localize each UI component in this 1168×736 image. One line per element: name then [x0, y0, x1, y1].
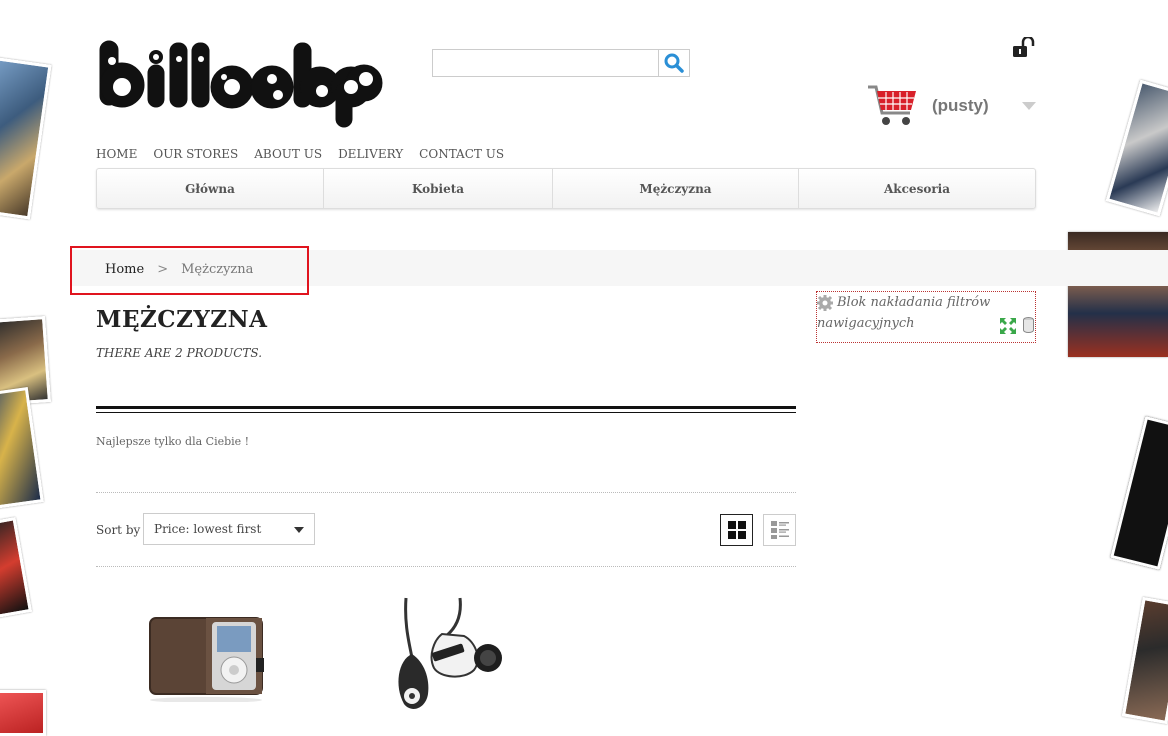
- menu-item-glowna[interactable]: Główna: [97, 169, 324, 208]
- expand-icon[interactable]: [999, 317, 1017, 335]
- sort-label: Sort by: [96, 523, 141, 537]
- dropdown-arrow-icon: [294, 527, 304, 533]
- list-view-button[interactable]: [763, 514, 796, 546]
- gear-icon: [817, 294, 833, 311]
- filter-block-placeholder: Blok nakładania filtrów nawigacyjnych: [816, 291, 1036, 343]
- login-lock-icon[interactable]: [1012, 35, 1036, 59]
- sort-selected-value: Price: lowest first: [154, 522, 262, 536]
- collage-photo: [0, 387, 44, 509]
- chevron-down-icon[interactable]: [1022, 102, 1036, 110]
- collage-photo: [1105, 79, 1168, 217]
- nav-link-delivery[interactable]: DELIVERY: [338, 147, 403, 161]
- divider: [96, 492, 796, 493]
- nav-link-our-stores[interactable]: OUR STORES: [153, 147, 238, 161]
- highlight-frame: [70, 246, 309, 295]
- nav-link-about-us[interactable]: ABOUT US: [254, 147, 322, 161]
- menu-item-mezczyzna[interactable]: Mężczyzna: [553, 169, 799, 208]
- cart-widget[interactable]: (pusty): [866, 82, 1038, 130]
- search-input[interactable]: [433, 50, 658, 76]
- collage-photo: [1121, 596, 1168, 725]
- search-icon: [664, 53, 684, 73]
- collage-photo: [0, 56, 52, 220]
- main-menu: Główna Kobieta Mężczyzna Akcesoria: [96, 168, 1036, 209]
- page-title: MĘŻCZYZNA: [96, 306, 268, 333]
- filter-block-text: Blok nakładania filtrów nawigacyjnych: [817, 295, 991, 331]
- menu-item-kobieta[interactable]: Kobieta: [324, 169, 553, 208]
- list-icon: [770, 521, 789, 539]
- cart-status: (pusty): [932, 96, 989, 115]
- category-description: Najlepsze tylko dla Ciebie !: [96, 435, 250, 448]
- divider: [96, 566, 796, 567]
- collage-photo: [1110, 415, 1168, 571]
- product-image-earphones[interactable]: [384, 596, 508, 718]
- product-count: THERE ARE 2 PRODUCTS.: [96, 346, 263, 360]
- nav-link-home[interactable]: HOME: [96, 147, 137, 161]
- grid-view-button[interactable]: [720, 514, 753, 546]
- shopping-cart-icon: [868, 85, 916, 125]
- search-button[interactable]: [658, 50, 689, 76]
- site-logo[interactable]: [96, 37, 386, 129]
- grid-icon: [727, 521, 746, 539]
- database-icon[interactable]: [1023, 317, 1034, 333]
- collage-photo: [0, 690, 46, 736]
- sort-select[interactable]: Price: lowest first: [143, 513, 315, 545]
- search-box: [432, 49, 690, 77]
- nav-link-contact-us[interactable]: CONTACT US: [419, 147, 504, 161]
- product-image-ipod-case[interactable]: [146, 612, 268, 703]
- divider: [96, 406, 796, 413]
- menu-item-akcesoria[interactable]: Akcesoria: [799, 169, 1035, 208]
- collage-photo: [0, 517, 33, 619]
- top-navigation: HOME OUR STORES ABOUT US DELIVERY CONTAC…: [96, 147, 520, 161]
